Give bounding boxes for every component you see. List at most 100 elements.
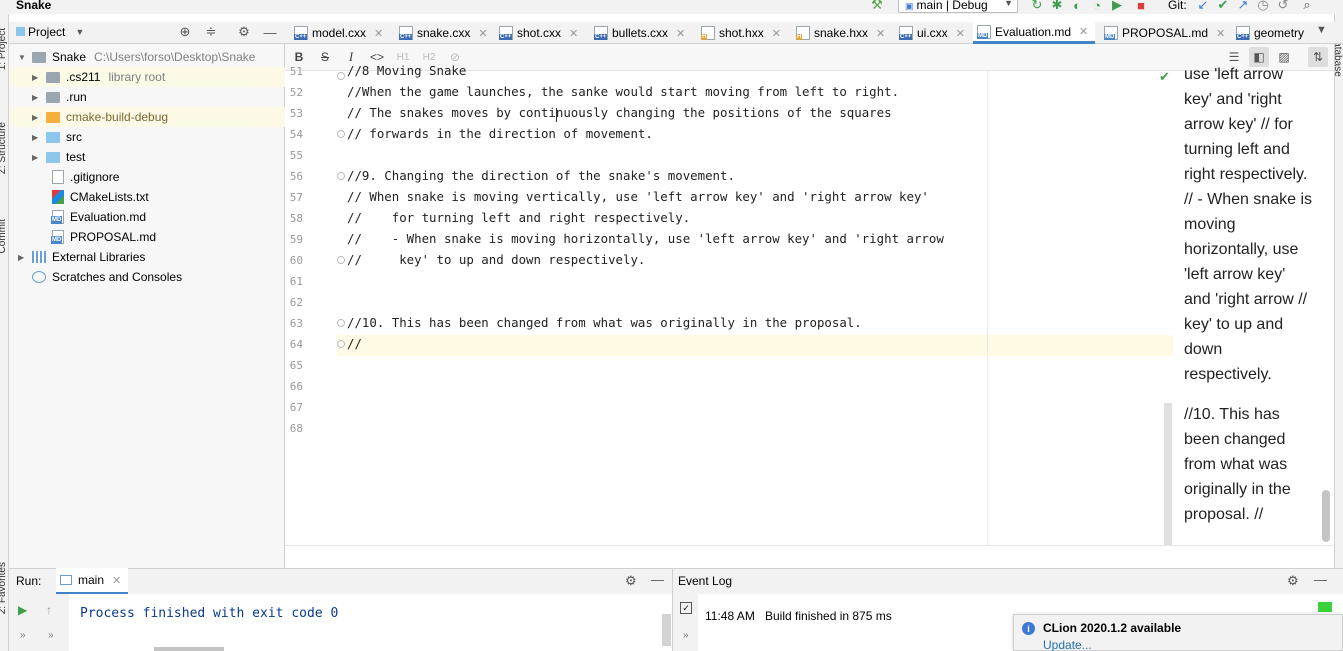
strikethrough-button[interactable]: S [316,48,334,66]
line-number: 61 [289,275,303,288]
search-everywhere-icon[interactable]: ⌕ [1300,0,1314,12]
git-commit-icon[interactable]: ✔ [1216,0,1230,12]
line-number: 64 [289,338,303,351]
window-title: Snake [16,0,52,12]
tree-item-gitignore[interactable]: .gitignore [9,167,285,187]
markdown-icon: MD [977,24,991,39]
tab-ui-cxx[interactable]: C++ ui.cxx ✕ [895,22,973,44]
editor-bottom-area [285,545,1334,567]
fold-marker-icon[interactable] [337,319,345,327]
close-icon[interactable]: ✕ [374,27,383,40]
tabs-overflow-chevron-icon[interactable]: ▼ [1316,24,1327,36]
rerun-icon[interactable]: ▶ [18,603,27,617]
fold-marker-icon[interactable] [337,256,345,264]
more-actions-icon[interactable]: » [683,630,689,641]
fold-marker-icon[interactable] [337,72,345,80]
tree-item-cs211[interactable]: ▶ .cs211 library root [9,67,285,87]
collapse-all-icon[interactable]: ≑ [202,23,220,41]
collapsed-arrow-icon: ▶ [18,252,25,262]
close-icon[interactable]: ✕ [772,27,781,40]
up-arrow-icon[interactable]: ↑ [46,603,52,617]
close-icon[interactable]: ✕ [112,574,121,587]
event-time: 11:48 AM [705,609,755,623]
close-icon[interactable]: ✕ [956,27,965,40]
project-view-select[interactable]: Project ▼ [28,25,84,39]
tab-shot-hxx[interactable]: Hshot.hxx ✕ [697,22,789,44]
more-actions-icon[interactable]: » [48,630,54,641]
bold-button[interactable]: B [290,48,308,66]
gear-icon[interactable]: ⚙ [625,573,637,589]
rollback-icon[interactable]: ↺ [1276,0,1290,12]
tree-item-snake[interactable]: ▼ Snake C:\Users\forso\Desktop\Snake [9,47,285,67]
event-message: Build finished in 875 ms [765,609,892,623]
tool-window-structure[interactable]: Z: Structure [0,122,8,174]
close-icon[interactable]: ✕ [1079,25,1088,38]
history-icon[interactable]: ◷ [1256,0,1270,12]
tree-item-cmakelists[interactable]: CMakeLists.txt [9,187,285,207]
tab-proposal-md[interactable]: MD PROPOSAL.md ✕ [1100,22,1228,44]
coverage-icon[interactable]: ◐ [1070,0,1084,13]
tab-evaluation-md[interactable]: MD Evaluation.md ✕ [973,22,1095,44]
close-icon[interactable]: ✕ [1216,27,1225,40]
tab-snake-cxx[interactable]: C++ snake.cxx ✕ [395,22,491,44]
run-configuration-select[interactable]: ▣ main | Debug ▼ [898,0,1018,13]
horizontal-scrollbar[interactable] [154,647,224,651]
close-icon[interactable]: ✕ [569,27,578,40]
run-console[interactable] [69,594,672,651]
line-number: 62 [289,296,303,309]
stop-icon[interactable]: ■ [1134,0,1148,13]
info-icon: i [1022,622,1035,635]
close-icon[interactable]: ✕ [876,27,885,40]
markdown-icon: MD [51,210,64,224]
tree-item-scratches[interactable]: Scratches and Consoles [9,267,285,287]
hide-icon[interactable]: — [1314,572,1327,587]
tree-item-proposal-md[interactable]: MD PROPOSAL.md [9,227,285,247]
tab-snake-hxx[interactable]: Hsnake.hxx ✕ [792,22,892,44]
left-tool-stripe: 1: Project Z: Structure Commit 2: Favori… [0,14,9,651]
tree-item-external-libraries[interactable]: ▶ External Libraries [9,247,285,267]
update-link[interactable]: Update... [1043,638,1092,651]
tab-geometry[interactable]: C++ geometry [1232,22,1314,44]
close-icon[interactable]: ✕ [478,27,487,40]
hide-icon[interactable]: — [261,23,279,41]
folder-icon [46,131,60,143]
tree-item-evaluation-md[interactable]: MD Evaluation.md [9,207,285,227]
tab-model-cxx[interactable]: C++ model.cxx ✕ [290,22,386,44]
close-icon[interactable]: ✕ [676,27,685,40]
console-output: Process finished with exit code 0 [80,606,339,621]
mark-all-read-icon[interactable]: ✓ [680,602,692,614]
tool-window-commit[interactable]: Commit [0,219,8,253]
more-actions-icon[interactable]: » [20,630,26,641]
tab-bullets-cxx[interactable]: C++ bullets.cxx ✕ [590,22,694,44]
folder-icon [46,111,60,123]
gear-icon[interactable]: ⚙ [235,23,253,41]
tree-item-test[interactable]: ▶ test [9,147,285,167]
run-label: Run: [16,574,42,588]
locate-icon[interactable]: ⊕ [176,23,194,41]
tab-shot-cxx[interactable]: C++ shot.cxx ✕ [495,22,587,44]
tool-window-project[interactable]: 1: Project [0,28,8,70]
build-hammer-icon[interactable]: ⚒ [870,0,884,12]
rebuild-icon[interactable]: ↻ [1030,0,1044,12]
line-number: 58 [289,212,303,225]
line-number: 63 [289,317,303,330]
run-icon[interactable]: ▶ [1110,0,1124,12]
tool-window-favorites[interactable]: 2: Favorites [0,562,8,614]
preview-scrollbar[interactable] [1322,490,1330,542]
tree-item-src[interactable]: ▶ src [9,127,285,147]
run-tab-main[interactable]: main ✕ [56,568,128,594]
fold-marker-icon[interactable] [337,340,345,348]
fold-marker-icon[interactable] [337,172,345,180]
profile-icon[interactable]: ◔ [1090,0,1104,13]
fold-marker-icon[interactable] [337,130,345,138]
right-tool-stripe: Database [1332,14,1343,574]
git-update-icon[interactable]: ↙ [1196,0,1210,12]
debug-icon[interactable]: ✱ [1050,0,1064,12]
hide-icon[interactable]: — [651,572,664,587]
tree-item-cmake-build-debug[interactable]: ▶ cmake-build-debug [9,107,285,127]
gear-icon[interactable]: ⚙ [1287,573,1299,589]
tree-item-run[interactable]: ▶ .run [9,87,285,107]
console-scrollbar[interactable] [662,614,671,646]
header-file-icon: H [701,26,715,40]
git-push-icon[interactable]: ↗ [1236,0,1250,12]
